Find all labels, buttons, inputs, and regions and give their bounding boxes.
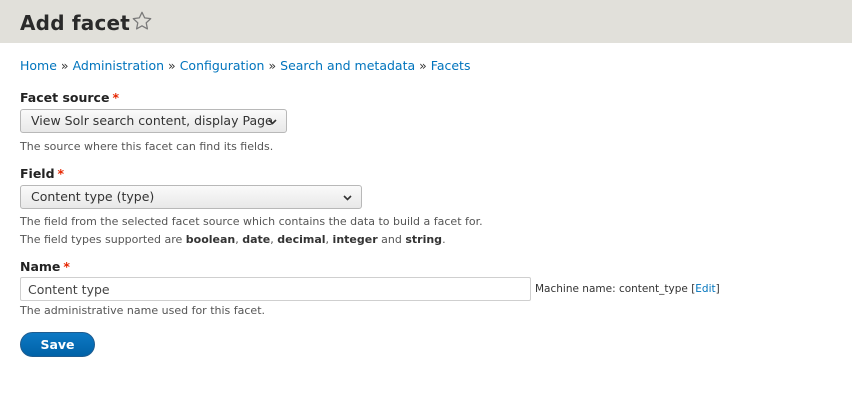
star-outline-icon[interactable] bbox=[131, 10, 153, 32]
field-label-text: Field bbox=[20, 166, 55, 181]
name-input[interactable] bbox=[20, 277, 531, 301]
machine-name: Machine name: content_type [Edit] bbox=[535, 282, 720, 296]
type-string: string bbox=[405, 233, 443, 246]
breadcrumb-facets[interactable]: Facets bbox=[431, 58, 471, 73]
machine-name-text: Machine name: content_type bbox=[535, 283, 692, 295]
field-selected-value: Content type (type) bbox=[31, 189, 155, 204]
chevron-down-icon bbox=[268, 119, 277, 125]
type-integer: integer bbox=[332, 233, 378, 246]
field-types-description: The field types supported are boolean, d… bbox=[20, 232, 446, 248]
field-label: Field * bbox=[20, 165, 64, 183]
facet-source-selected-value: View Solr search content, display Page bbox=[31, 113, 273, 128]
save-button[interactable]: Save bbox=[20, 332, 95, 357]
field-select[interactable]: Content type (type) bbox=[20, 185, 362, 209]
field-description: The field from the selected facet source… bbox=[20, 215, 483, 228]
breadcrumb-home[interactable]: Home bbox=[20, 58, 57, 73]
name-label-text: Name bbox=[20, 259, 61, 274]
facet-source-label: Facet source * bbox=[20, 89, 119, 107]
facet-source-label-text: Facet source bbox=[20, 90, 110, 105]
and-text: and bbox=[377, 233, 406, 246]
comma: , bbox=[325, 233, 333, 246]
type-decimal: decimal bbox=[277, 233, 326, 246]
breadcrumb-separator: » bbox=[168, 58, 176, 73]
breadcrumb-search-and-metadata[interactable]: Search and metadata bbox=[280, 58, 415, 73]
page-title: Add facet bbox=[20, 11, 131, 35]
breadcrumb-administration[interactable]: Administration bbox=[73, 58, 164, 73]
facet-source-description: The source where this facet can find its… bbox=[20, 140, 274, 153]
breadcrumb-configuration[interactable]: Configuration bbox=[180, 58, 265, 73]
breadcrumb-separator: » bbox=[419, 58, 427, 73]
name-label: Name * bbox=[20, 258, 70, 276]
required-mark: * bbox=[63, 259, 70, 274]
name-description: The administrative name used for this fa… bbox=[20, 304, 265, 317]
chevron-down-icon bbox=[343, 195, 352, 201]
machine-name-edit-link[interactable]: Edit bbox=[695, 283, 715, 295]
period: . bbox=[442, 233, 446, 246]
type-date: date bbox=[242, 233, 271, 246]
breadcrumb-separator: » bbox=[268, 58, 277, 73]
facet-source-select[interactable]: View Solr search content, display Page bbox=[20, 109, 287, 133]
required-mark: * bbox=[57, 166, 65, 181]
page-header: Add facet bbox=[0, 0, 852, 43]
breadcrumb: Home» Administration» Configuration» Search… bbox=[20, 57, 470, 75]
required-mark: * bbox=[112, 90, 119, 105]
bracket-close: ] bbox=[715, 283, 720, 295]
field-types-prefix: The field types supported are bbox=[20, 233, 186, 246]
type-boolean: boolean bbox=[185, 233, 236, 246]
breadcrumb-separator: » bbox=[60, 58, 69, 73]
